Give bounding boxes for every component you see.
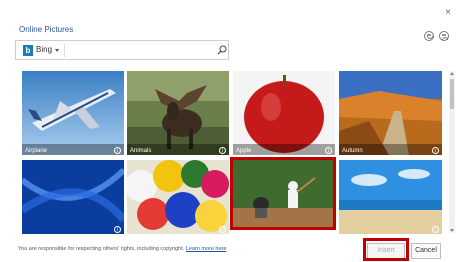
- tile-caption: Autumn: [342, 148, 363, 154]
- image-tile-blue-abstract[interactable]: i: [22, 160, 124, 234]
- frown-feedback-icon[interactable]: [439, 31, 449, 41]
- scroll-thumb[interactable]: [450, 79, 454, 109]
- info-icon[interactable]: i: [432, 226, 439, 233]
- close-button[interactable]: ×: [443, 8, 453, 18]
- image-tile-apple[interactable]: Apple i: [233, 71, 335, 155]
- info-icon[interactable]: i: [114, 147, 121, 154]
- tile-caption: Animals: [130, 148, 152, 154]
- search-icon[interactable]: [217, 45, 227, 55]
- apple-photo: [233, 71, 335, 155]
- info-icon[interactable]: i: [432, 147, 439, 154]
- image-tile-balloons[interactable]: i: [127, 160, 229, 234]
- autumn-path-photo: [339, 71, 442, 155]
- info-icon[interactable]: i: [219, 147, 226, 154]
- airplane-photo: [22, 71, 124, 155]
- tile-caption: Airplane: [25, 148, 48, 154]
- insert-button-highlight: [363, 238, 409, 261]
- scroll-up-icon[interactable]: [450, 72, 454, 75]
- dialog-title: Online Pictures: [19, 25, 74, 34]
- smile-feedback-icon[interactable]: [424, 31, 434, 41]
- info-icon[interactable]: i: [219, 226, 226, 233]
- image-tile-autumn[interactable]: Autumn i: [339, 71, 442, 155]
- copyright-notice: You are responsible for respecting other…: [18, 246, 226, 252]
- bing-logo-icon: b: [23, 45, 33, 56]
- selected-image-highlight: [230, 157, 336, 230]
- beach-photo: [339, 160, 442, 234]
- search-bar[interactable]: b Bing: [15, 40, 229, 60]
- cancel-button[interactable]: Cancel: [411, 243, 441, 259]
- info-icon[interactable]: i: [325, 147, 332, 154]
- online-pictures-dialog: Online Pictures × b Bing Airplane i Anim…: [0, 0, 457, 262]
- image-tile-beach[interactable]: i: [339, 160, 442, 234]
- scrollbar[interactable]: [449, 71, 455, 233]
- moose-photo: [127, 71, 229, 155]
- tile-caption: Apple: [236, 148, 252, 154]
- learn-more-link[interactable]: Learn more here: [186, 246, 227, 252]
- chevron-down-icon[interactable]: [55, 49, 59, 52]
- image-tile-airplane[interactable]: Airplane i: [22, 71, 124, 155]
- source-dropdown[interactable]: Bing: [36, 45, 52, 54]
- scroll-down-icon[interactable]: [450, 229, 454, 232]
- divider: [64, 44, 65, 57]
- image-tile-animals[interactable]: Animals i: [127, 71, 229, 155]
- balloons-photo: [127, 160, 229, 234]
- copyright-notice-text: You are responsible for respecting other…: [18, 246, 185, 252]
- info-icon[interactable]: i: [114, 226, 121, 233]
- blue-abstract-photo: [22, 160, 124, 234]
